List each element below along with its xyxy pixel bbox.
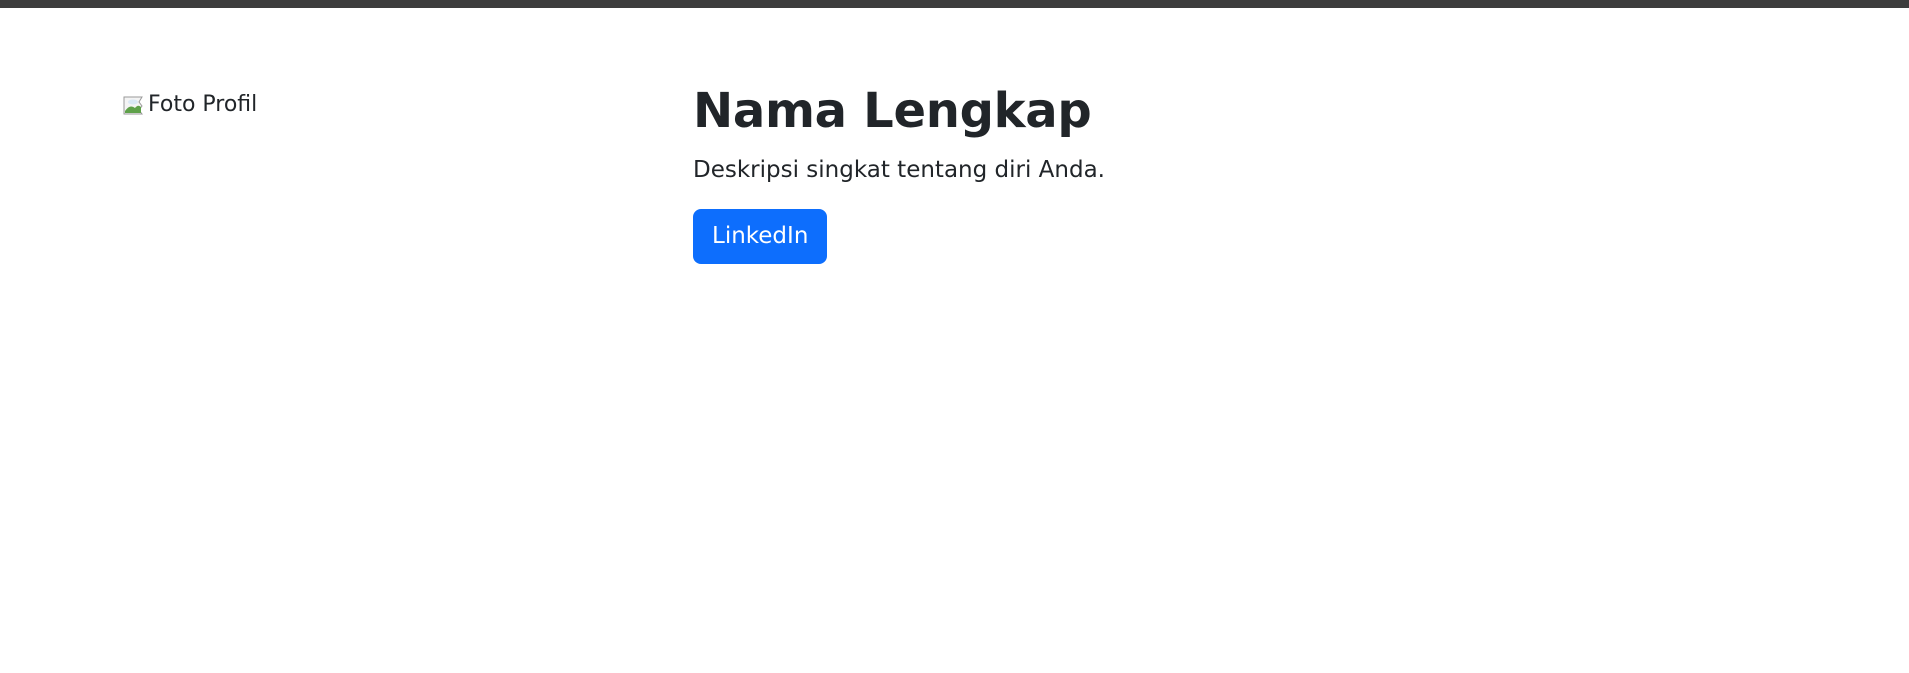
broken-image-icon [123,96,143,115]
profile-photo-alt-text: Foto Profil [148,92,256,117]
linkedin-button[interactable]: LinkedIn [693,209,828,264]
profile-photo: Foto Profil [122,91,256,119]
top-bar [0,0,1909,8]
profile-content: Nama Lengkap Deskripsi singkat tentang d… [693,78,1105,264]
page-title: Nama Lengkap [693,83,1092,139]
profile-description: Deskripsi singkat tentang diri Anda. [693,157,1105,183]
